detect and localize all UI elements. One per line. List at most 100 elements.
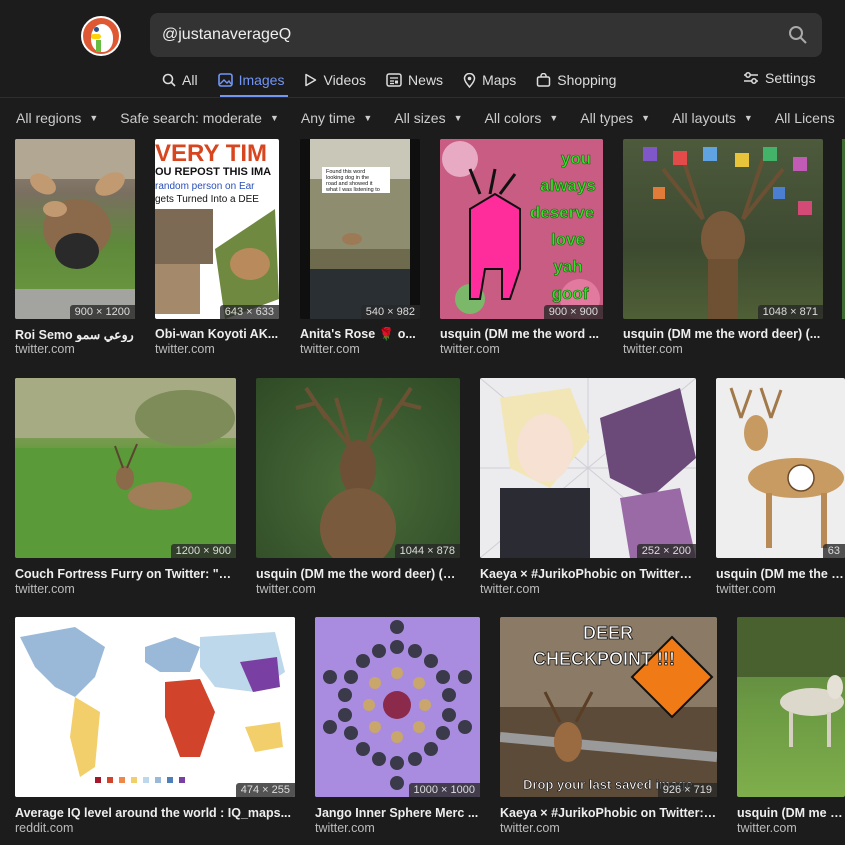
caret-down-icon: ▼ [549,113,559,123]
result-title[interactable]: usquin (DM me the word deer) (@... [256,567,460,581]
result-title[interactable]: Anita's Rose 🌹 o... [300,327,420,342]
result-source[interactable]: twitter.com [500,821,560,835]
result-source[interactable]: twitter.com [737,821,797,835]
result-source[interactable]: twitter.com [440,342,500,356]
image-dimensions: 1200 × 900 [170,544,236,558]
result-source[interactable]: twitter.com [315,821,375,835]
result-title[interactable]: usquin (DM me the word deer) [737,806,845,820]
image-result[interactable]: usquin (DM me the word deer) twitter.com [737,617,845,837]
result-source[interactable]: twitter.com [15,582,75,596]
tab-maps[interactable]: Maps [463,70,516,90]
image-result[interactable]: Found this word looking dog in the road … [300,139,420,359]
search-bar [150,13,822,57]
filter-time[interactable]: Any time ▼ [301,110,372,126]
image-result[interactable]: you always deserve love yah goof 900 × 9… [440,139,603,359]
result-thumbnail[interactable]: you always deserve love yah goof 900 × 9… [440,139,603,319]
image-result[interactable]: DEER CHECKPOINT !!! Drop your last saved… [500,617,717,837]
filter-sizes[interactable]: All sizes ▼ [394,110,462,126]
result-source[interactable]: twitter.com [480,582,540,596]
search-tabs: All Images Videos News Maps Shopping [162,70,636,98]
newspaper-icon [386,73,402,87]
result-thumbnail[interactable]: 900 × 1200 [15,139,135,319]
meme-image: VERY TIM OU REPOST THIS IMA random perso… [155,140,279,319]
result-thumbnail[interactable]: 63 [716,378,845,558]
image-dimensions: 1000 × 1000 [408,783,480,797]
result-title[interactable]: Kaeya × #JurikoPhobic on Twitter: ... [480,567,696,581]
image-result[interactable]: 252 × 200 Kaeya × #JurikoPhobic on Twitt… [480,378,696,598]
result-thumbnail[interactable]: DEER CHECKPOINT !!! Drop your last saved… [500,617,717,797]
result-title[interactable]: Kaeya × #JurikoPhobic on Twitter: "... [500,806,717,820]
result-source[interactable]: twitter.com [256,582,316,596]
filter-layouts[interactable]: All layouts ▼ [672,110,753,126]
active-tab-indicator [220,95,288,97]
result-title[interactable]: Couch Fortress Furry on Twitter: "R... [15,567,236,581]
result-source[interactable]: twitter.com [716,582,776,596]
search-icon[interactable] [788,25,808,45]
image-result[interactable]: 474 × 255 Average IQ level around the wo… [15,617,295,837]
result-source[interactable]: twitter.com [15,342,75,356]
result-thumbnail[interactable]: 1044 × 878 [256,378,460,558]
filter-colors[interactable]: All colors ▼ [485,110,559,126]
result-thumbnail[interactable]: Found this word looking dog in the road … [300,139,420,319]
caret-down-icon: ▼ [89,113,99,123]
image-result[interactable]: 900 × 1200 Roi Semo روعي سمو twitter.com [15,139,135,359]
tab-label: Maps [482,72,517,88]
sliders-icon [744,72,758,84]
filter-safe-search[interactable]: Safe search: moderate ▼ [120,110,279,126]
result-title[interactable]: Jango Inner Sphere Merc ... [315,806,480,820]
tab-news[interactable]: News [386,70,443,90]
result-thumbnail[interactable]: 1200 × 900 [15,378,236,558]
result-source[interactable]: twitter.com [300,342,360,356]
image-result[interactable]: 1000 × 1000 Jango Inner Sphere Merc ... … [315,617,480,837]
tab-shopping[interactable]: Shopping [536,70,616,90]
image-result[interactable]: 1200 × 900 Couch Fortress Furry on Twitt… [15,378,236,598]
result-title[interactable]: Obi-wan Koyoti AK... [155,327,279,341]
image-dimensions: 252 × 200 [636,544,696,558]
pink-deer-art-image: you always deserve love yah goof [440,139,603,319]
result-source[interactable]: reddit.com [15,821,73,835]
result-title[interactable]: Roi Semo روعي سمو [15,327,135,342]
result-title[interactable]: usquin (DM me the word deer) (... [623,327,823,341]
deer-antler-collage-image [643,147,812,319]
result-thumbnail[interactable]: 1000 × 1000 [315,617,480,797]
filter-regions[interactable]: All regions ▼ [16,110,98,126]
deer-buck-portrait-image [295,386,422,558]
filter-types[interactable]: All types ▼ [580,110,650,126]
image-result[interactable]: 63 usquin (DM me the word deer) twitter.… [716,378,845,598]
deer-clock-image [729,387,844,548]
image-result[interactable]: 1048 × 871 usquin (DM me the word deer) … [623,139,823,359]
result-source[interactable]: twitter.com [623,342,683,356]
search-input[interactable] [162,21,762,49]
image-result[interactable]: VERY TIM OU REPOST THIS IMA random perso… [155,139,279,359]
image-dimensions: 900 × 1200 [69,305,135,319]
image-result[interactable]: 1044 × 878 usquin (DM me the word deer) … [256,378,460,598]
tab-all[interactable]: All [162,70,198,90]
result-title[interactable]: Average IQ level around the world : IQ_m… [15,806,295,820]
world-iq-map-image [15,617,295,797]
result-thumbnail[interactable]: 474 × 255 [15,617,295,797]
result-thumbnail[interactable]: VERY TIM OU REPOST THIS IMA random perso… [155,139,279,319]
filter-label: All sizes [394,110,446,126]
result-thumbnail[interactable]: 252 × 200 [480,378,696,558]
tab-images[interactable]: Images [217,70,284,90]
result-title[interactable]: usquin (DM me the word deer) [716,567,845,581]
duck-bill-shape [91,34,101,39]
filter-bar: All regions ▼ Safe search: moderate ▼ Any … [0,98,845,138]
avatar-circle-collage-image [315,617,480,797]
tab-videos[interactable]: Videos [304,70,366,90]
play-icon [305,73,317,87]
filter-licenses[interactable]: All Licens [775,110,835,126]
result-thumbnail[interactable] [737,617,845,797]
meme-text-line: CHECKPOINT !!! [533,649,675,669]
art-text-line: goof [552,284,589,303]
filter-label: All types [580,110,634,126]
duckduckgo-logo[interactable] [81,16,121,56]
result-thumbnail[interactable]: 1048 × 871 [623,139,823,319]
result-source[interactable]: twitter.com [155,342,215,356]
deer-lying-grass-image [15,378,236,558]
meme-text-line: DEER [583,623,633,643]
result-title[interactable]: usquin (DM me the word ... [440,327,603,341]
caret-down-icon: ▼ [269,113,279,123]
meme-text-line: VERY TIM [155,140,267,167]
settings-button[interactable]: Settings [743,70,816,86]
